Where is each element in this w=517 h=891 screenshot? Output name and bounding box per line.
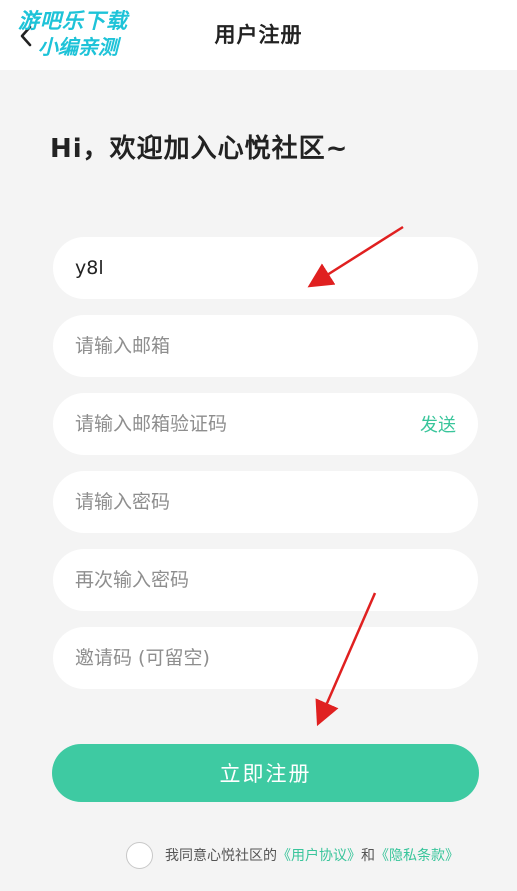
header-bar: 用户注册 游吧乐下载 小编亲测	[0, 0, 517, 70]
send-code-button[interactable]: 发送	[420, 411, 456, 437]
confirm-password-field[interactable]	[53, 549, 478, 611]
username-field[interactable]	[53, 237, 478, 299]
welcome-heading: Hi，欢迎加入心悦社区~	[50, 134, 349, 164]
email-code-field[interactable]: 发送	[53, 393, 478, 455]
email-input[interactable]	[75, 335, 456, 357]
watermark-line-2: 小编亲测	[38, 35, 118, 59]
watermark-logo: 游吧乐下载 小编亲测	[14, 8, 144, 66]
username-input[interactable]	[75, 257, 456, 279]
agreement-row: 我同意心悦社区的 《用户协议》 和 《隐私条款》	[126, 841, 459, 869]
register-page: 用户注册 游吧乐下载 小编亲测 Hi，欢迎加入心悦社区~ 发送 立即注册 我同意…	[0, 0, 517, 891]
email-field[interactable]	[53, 315, 478, 377]
privacy-policy-link[interactable]: 《隐私条款》	[375, 845, 459, 865]
password-input[interactable]	[75, 491, 456, 513]
agreement-and: 和	[361, 848, 375, 864]
agreement-prefix: 我同意心悦社区的	[165, 848, 277, 864]
invite-code-field[interactable]	[53, 627, 478, 689]
watermark-line-1: 游吧乐下载	[18, 9, 128, 33]
invite-code-input[interactable]	[75, 647, 456, 669]
agree-checkbox[interactable]	[126, 841, 153, 869]
register-button[interactable]: 立即注册	[52, 744, 479, 802]
password-field[interactable]	[53, 471, 478, 533]
email-code-input[interactable]	[75, 413, 420, 435]
confirm-password-input[interactable]	[75, 569, 456, 591]
user-agreement-link[interactable]: 《用户协议》	[277, 845, 361, 865]
